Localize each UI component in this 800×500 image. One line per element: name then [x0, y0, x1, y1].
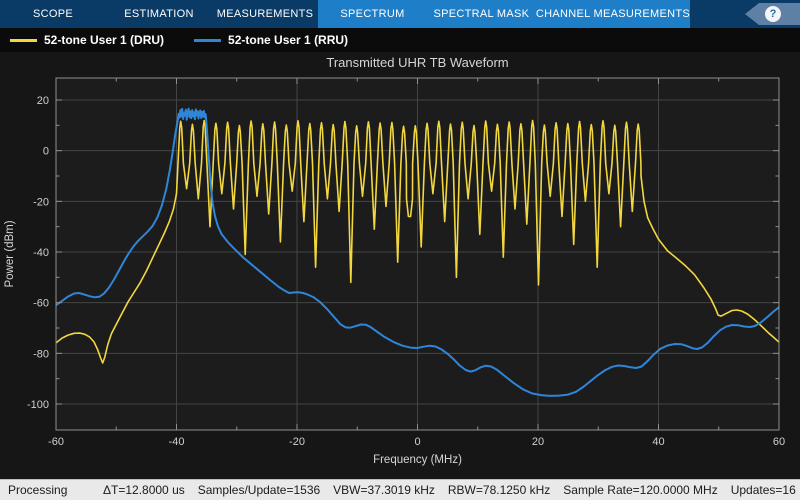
status-items: ΔT=12.8000 us Samples/Update=1536 VBW=37.3… — [103, 483, 800, 497]
y-tick-label: -20 — [33, 196, 49, 208]
status-item: Updates=16 — [731, 483, 796, 497]
legend-label: 52-tone User 1 (DRU) — [44, 33, 164, 47]
legend-label: 52-tone User 1 (RRU) — [228, 33, 348, 47]
help-label: ? — [770, 8, 777, 20]
x-tick-label: -60 — [48, 436, 64, 448]
legend-item[interactable]: 52-tone User 1 (DRU) — [10, 33, 164, 47]
y-tick-label: -60 — [33, 298, 49, 310]
status-state: Processing — [8, 483, 103, 497]
tab-measurements[interactable]: MEASUREMENTS — [212, 0, 318, 28]
x-axis-label: Frequency (MHz) — [373, 454, 462, 466]
y-tick-label: 20 — [37, 95, 49, 107]
x-tick-label: 60 — [773, 436, 785, 448]
toolstrip-tabbar: SCOPEESTIMATIONMEASUREMENTS SPECTRUMSPEC… — [0, 0, 800, 28]
tab-scope[interactable]: SCOPE — [0, 0, 106, 28]
tab-estimation[interactable]: ESTIMATION — [106, 0, 212, 28]
plot-canvas[interactable]: -60 -40 -20 0 20 40 60 20 0 -20 -40 -60 -80 -100 Frequ… — [0, 70, 800, 475]
x-tick-label: 40 — [652, 436, 664, 448]
status-item: ΔT=12.8000 us — [103, 483, 185, 497]
legend-line-swatch — [194, 39, 221, 42]
help-button[interactable]: ? — [745, 3, 800, 25]
tab-spectral-mask[interactable]: SPECTRAL MASK — [427, 0, 536, 28]
tab-group-contextual: SPECTRUMSPECTRAL MASKCHANNEL MEASUREMENT… — [318, 0, 690, 28]
legend: 52-tone User 1 (DRU) 52-tone User 1 (RRU) — [0, 28, 800, 52]
y-tick-label: -100 — [27, 399, 49, 411]
status-bar: Processing ΔT=12.8000 us Samples/Update=1… — [0, 479, 800, 500]
tab-spectrum[interactable]: SPECTRUM — [318, 0, 427, 28]
spectrum-chart: Transmitted UHR TB Waveform -60 -40 -20 0 20… — [0, 52, 800, 479]
tab-channel-measurements[interactable]: CHANNEL MEASUREMENTS — [536, 0, 690, 28]
y-tick-label: 0 — [43, 146, 49, 158]
status-item: Samples/Update=1536 — [198, 483, 320, 497]
y-tick-label: -40 — [33, 247, 49, 259]
tab-group-main: SCOPEESTIMATIONMEASUREMENTS — [0, 0, 318, 28]
status-item: RBW=78.1250 kHz — [448, 483, 550, 497]
spectrum-analyzer-window: SCOPEESTIMATIONMEASUREMENTS SPECTRUMSPEC… — [0, 0, 800, 500]
chart-title: Transmitted UHR TB Waveform — [56, 55, 779, 70]
help-icon: ? — [765, 6, 781, 22]
legend-item[interactable]: 52-tone User 1 (RRU) — [194, 33, 348, 47]
x-tick-label: 20 — [532, 436, 544, 448]
status-item: VBW=37.3019 kHz — [333, 483, 435, 497]
y-axis-label: Power (dBm) — [4, 220, 16, 287]
y-tick-label: -80 — [33, 348, 49, 360]
legend-line-swatch — [10, 39, 37, 42]
x-tick-label: 0 — [414, 436, 420, 448]
status-item: Sample Rate=120.0000 MHz — [563, 483, 717, 497]
x-tick-label: -40 — [169, 436, 185, 448]
x-tick-label: -20 — [289, 436, 305, 448]
